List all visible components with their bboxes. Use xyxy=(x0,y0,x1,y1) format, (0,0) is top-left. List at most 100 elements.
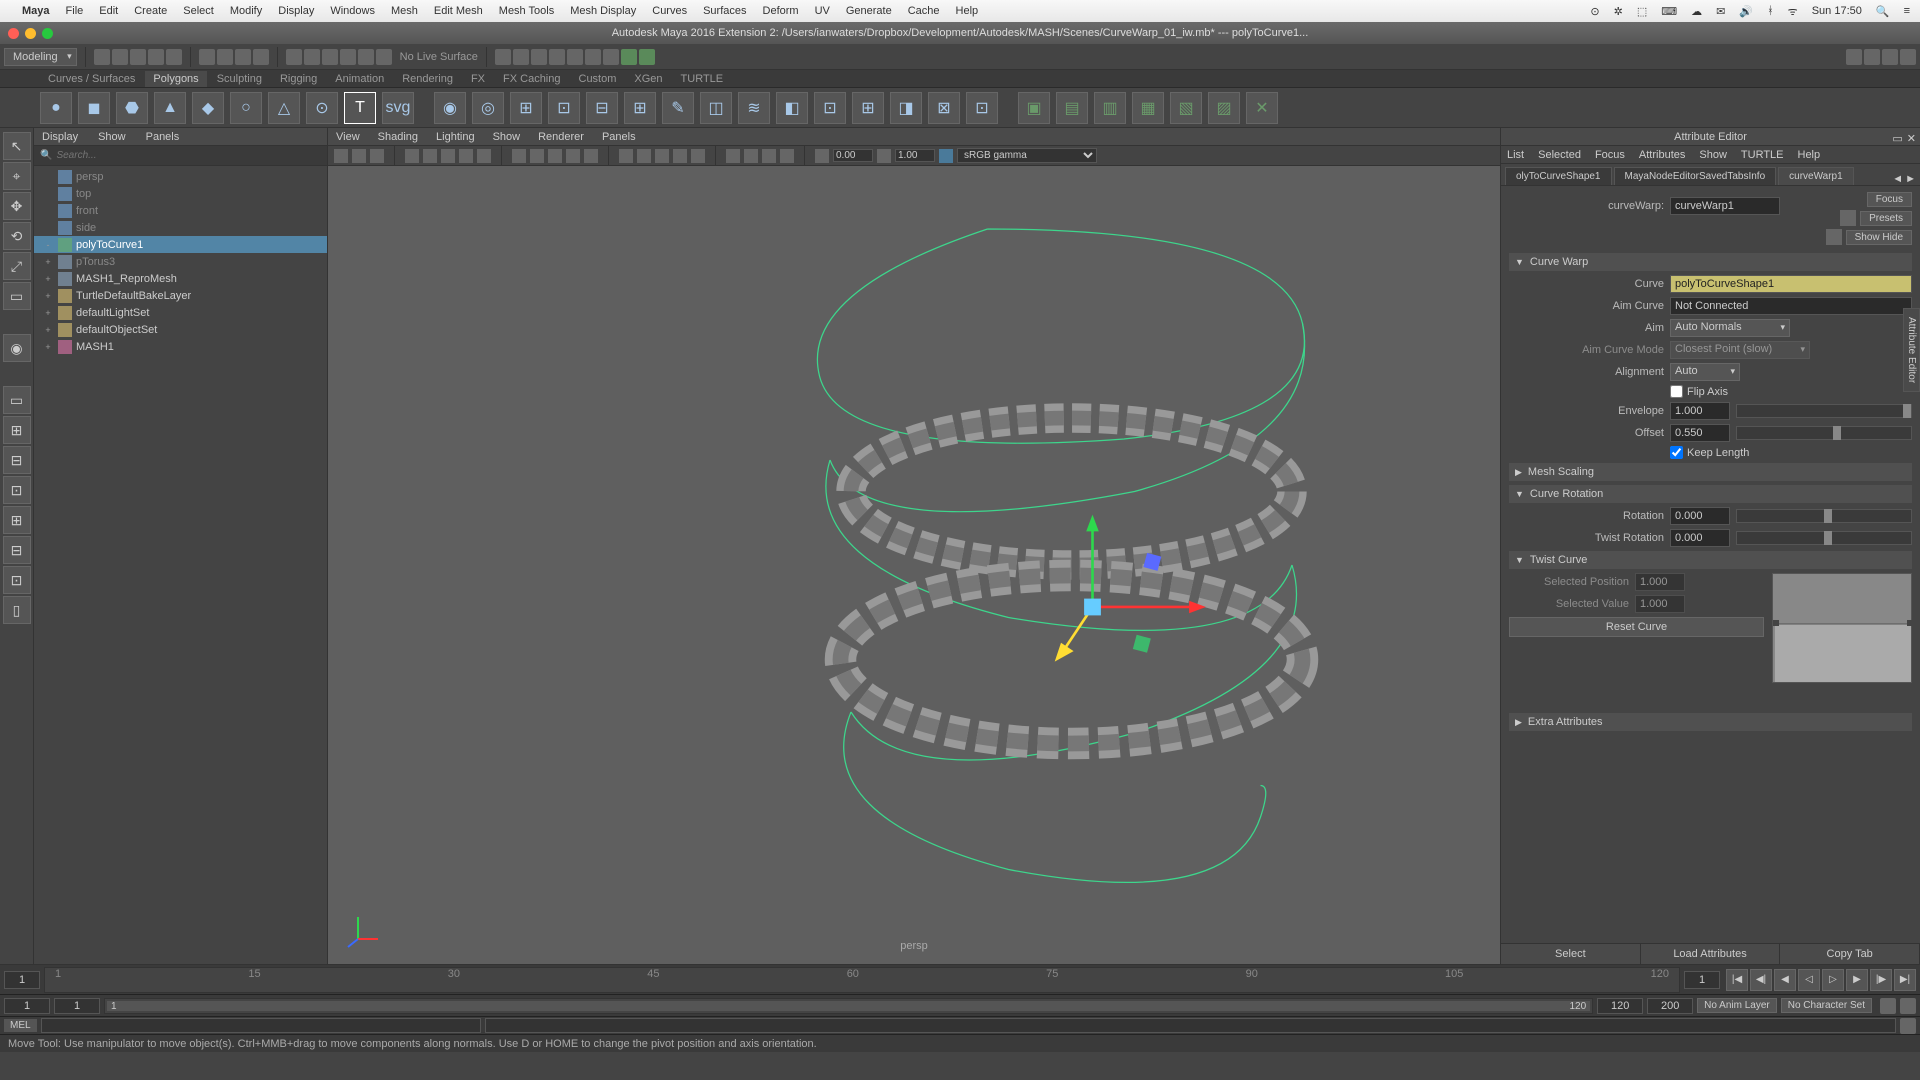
aim-select[interactable]: Auto Normals xyxy=(1670,319,1790,337)
poly-tool-icon[interactable]: ◫ xyxy=(700,92,732,124)
attr-tab-curvewarp[interactable]: curveWarp1 xyxy=(1778,167,1854,185)
render-icon[interactable] xyxy=(495,49,511,65)
menu-meshdisplay[interactable]: Mesh Display xyxy=(570,5,636,17)
mash-tool-icon[interactable]: ✕ xyxy=(1246,92,1278,124)
showhide-icon[interactable] xyxy=(1826,229,1842,245)
vp-menu-renderer[interactable]: Renderer xyxy=(538,131,584,143)
menu-meshtools[interactable]: Mesh Tools xyxy=(499,5,554,17)
vp-menu-shading[interactable]: Shading xyxy=(378,131,418,143)
poly-svg-icon[interactable]: svg xyxy=(382,92,414,124)
rotate-tool-icon[interactable]: ⟲ xyxy=(3,222,31,250)
mash-tool-icon[interactable]: ▧ xyxy=(1170,92,1202,124)
layout-four-icon[interactable]: ⊞ xyxy=(3,416,31,444)
render-icon[interactable] xyxy=(531,49,547,65)
poly-tool-icon[interactable]: ⊡ xyxy=(966,92,998,124)
tab-right-icon[interactable]: ► xyxy=(1905,173,1916,185)
aim-curve-input[interactable] xyxy=(1670,297,1912,315)
envelope-slider[interactable] xyxy=(1736,404,1912,418)
save-scene-icon[interactable] xyxy=(130,49,146,65)
close-icon[interactable]: ✕ xyxy=(1907,130,1916,148)
poly-tool-icon[interactable]: ≋ xyxy=(738,92,770,124)
poly-tool-icon[interactable]: ⊡ xyxy=(548,92,580,124)
layout-icon[interactable]: ▯ xyxy=(3,596,31,624)
section-mesh-scaling[interactable]: ▶Mesh Scaling xyxy=(1509,463,1912,481)
range-in-input[interactable] xyxy=(54,998,100,1014)
keep-length-checkbox[interactable]: Keep Length xyxy=(1670,446,1749,459)
attr-menu-show[interactable]: Show xyxy=(1699,149,1727,161)
menu-generate[interactable]: Generate xyxy=(846,5,892,17)
menuset-dropdown[interactable]: Modeling xyxy=(4,48,77,66)
goto-end-icon[interactable]: ▶| xyxy=(1894,969,1916,991)
render-icon[interactable] xyxy=(621,49,637,65)
step-back-icon[interactable]: ◀ xyxy=(1774,969,1796,991)
menu-create[interactable]: Create xyxy=(134,5,167,17)
timeline-start-input[interactable] xyxy=(4,971,40,989)
mash-tool-icon[interactable]: ▣ xyxy=(1018,92,1050,124)
vp-icon[interactable] xyxy=(673,149,687,163)
poly-tool-icon[interactable]: ✎ xyxy=(662,92,694,124)
vp-gamma-input[interactable] xyxy=(895,149,935,162)
vp-icon[interactable] xyxy=(815,149,829,163)
attr-menu-attributes[interactable]: Attributes xyxy=(1639,149,1685,161)
render-icon[interactable] xyxy=(513,49,529,65)
menu-deform[interactable]: Deform xyxy=(763,5,799,17)
alignment-select[interactable]: Auto xyxy=(1670,363,1740,381)
vp-icon[interactable] xyxy=(637,149,651,163)
layout-single-icon[interactable]: ▭ xyxy=(3,386,31,414)
layout-icon[interactable] xyxy=(1882,49,1898,65)
snap-icon[interactable] xyxy=(340,49,356,65)
section-curve-warp[interactable]: ▼Curve Warp xyxy=(1509,253,1912,271)
focus-button[interactable]: Focus xyxy=(1867,192,1912,207)
attr-menu-list[interactable]: List xyxy=(1507,149,1524,161)
menu-file[interactable]: File xyxy=(66,5,84,17)
tray-icon[interactable]: ⌨ xyxy=(1661,5,1677,18)
offset-input[interactable] xyxy=(1670,424,1730,442)
shelf-tab-curves[interactable]: Curves / Surfaces xyxy=(40,71,143,87)
shelf-tab-rigging[interactable]: Rigging xyxy=(272,71,325,87)
vp-icon[interactable] xyxy=(939,149,953,163)
vp-icon[interactable] xyxy=(512,149,526,163)
outliner-item-objectset[interactable]: +defaultObjectSet xyxy=(34,321,327,338)
prefs-icon[interactable] xyxy=(1900,998,1916,1014)
outliner-item-lightset[interactable]: +defaultLightSet xyxy=(34,304,327,321)
menu-windows[interactable]: Windows xyxy=(330,5,375,17)
snap-icon[interactable] xyxy=(286,49,302,65)
minimize-button[interactable] xyxy=(25,28,36,39)
flip-axis-checkbox[interactable]: Flip Axis xyxy=(1670,385,1728,398)
shelf-tab-rendering[interactable]: Rendering xyxy=(394,71,461,87)
menu-uv[interactable]: UV xyxy=(815,5,830,17)
vp-icon[interactable] xyxy=(477,149,491,163)
mash-tool-icon[interactable]: ▤ xyxy=(1056,92,1088,124)
select-mode-icon[interactable] xyxy=(253,49,269,65)
twist-rotation-input[interactable] xyxy=(1670,529,1730,547)
undock-icon[interactable]: ▭ xyxy=(1892,130,1902,148)
clock[interactable]: Sun 17:50 xyxy=(1812,5,1862,17)
scale-tool-icon[interactable]: ⤢ xyxy=(3,252,31,280)
play-forward-icon[interactable]: ▷ xyxy=(1822,969,1844,991)
snap-icon[interactable] xyxy=(376,49,392,65)
step-forward-key-icon[interactable]: |▶ xyxy=(1870,969,1892,991)
vp-icon[interactable] xyxy=(530,149,544,163)
mash-tool-icon[interactable]: ▨ xyxy=(1208,92,1240,124)
vp-icon[interactable] xyxy=(655,149,669,163)
vp-menu-lighting[interactable]: Lighting xyxy=(436,131,475,143)
shelf-tab-sculpting[interactable]: Sculpting xyxy=(209,71,270,87)
poly-plane-icon[interactable]: ◆ xyxy=(192,92,224,124)
poly-tool-icon[interactable]: ⊞ xyxy=(852,92,884,124)
poly-tool-icon[interactable]: ⊞ xyxy=(510,92,542,124)
twist-curve-graph[interactable] xyxy=(1772,573,1912,683)
step-forward-icon[interactable]: ▶ xyxy=(1846,969,1868,991)
vp-icon[interactable] xyxy=(780,149,794,163)
bluetooth-icon[interactable]: ᚼ xyxy=(1767,5,1774,17)
attr-tab-shape[interactable]: olyToCurveShape1 xyxy=(1505,167,1612,185)
menu-icon[interactable]: ≡ xyxy=(1904,5,1910,17)
menu-cache[interactable]: Cache xyxy=(908,5,940,17)
outliner-item-top[interactable]: top xyxy=(34,185,327,202)
select-mode-icon[interactable] xyxy=(217,49,233,65)
poly-cone-icon[interactable]: ▲ xyxy=(154,92,186,124)
tray-icon[interactable]: ☁ xyxy=(1691,5,1702,18)
vp-icon[interactable] xyxy=(566,149,580,163)
shelf-tab-custom[interactable]: Custom xyxy=(571,71,625,87)
shelf-tab-fx[interactable]: FX xyxy=(463,71,493,87)
reset-curve-button[interactable]: Reset Curve xyxy=(1509,617,1764,637)
